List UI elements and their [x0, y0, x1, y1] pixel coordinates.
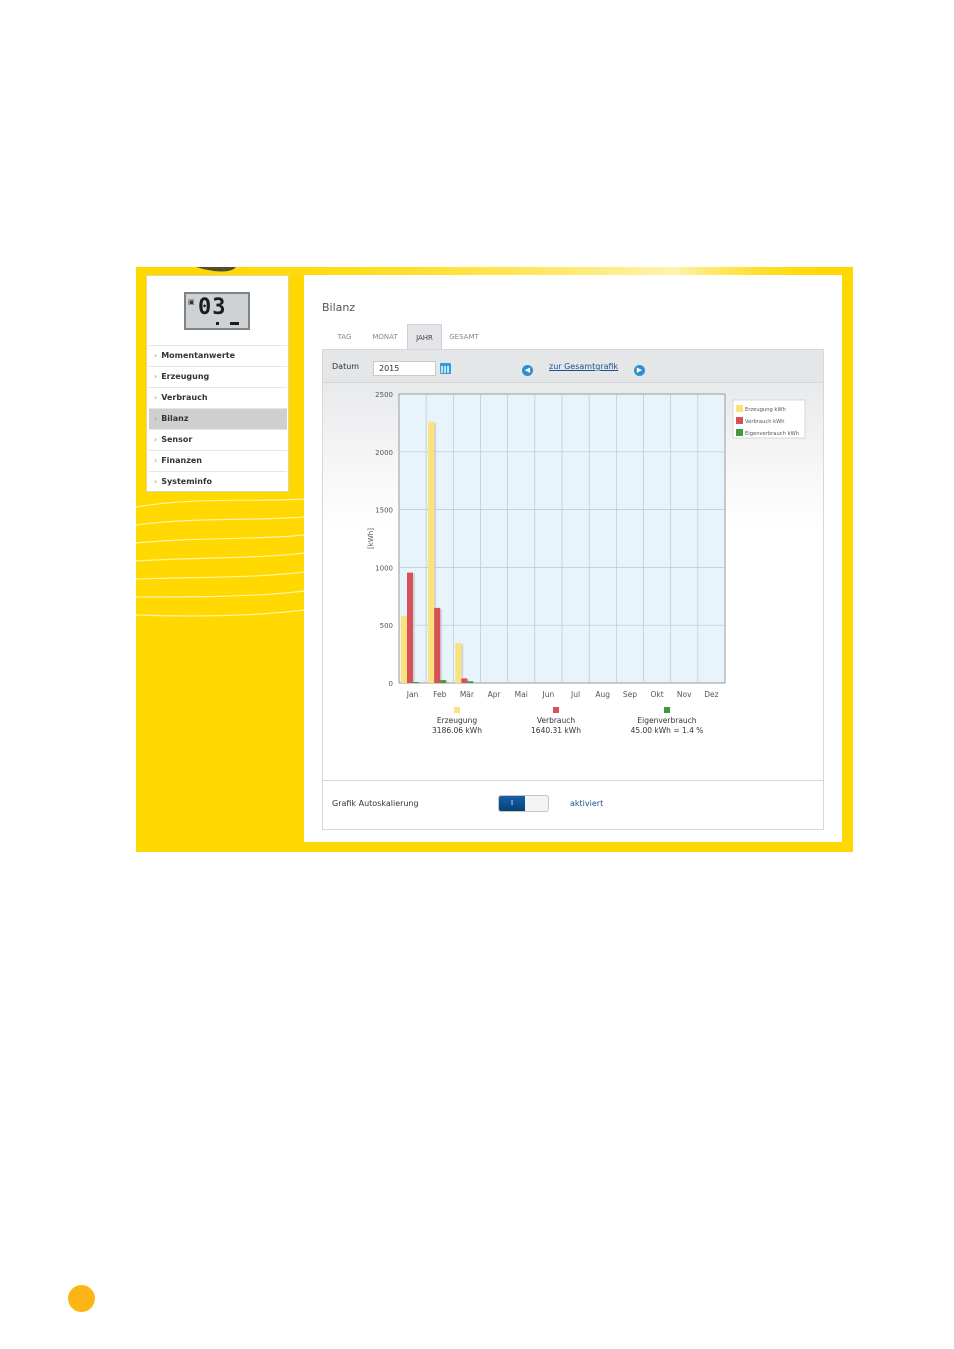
lcd-segment: [216, 322, 219, 325]
summary-label: Erzeugung: [437, 716, 477, 725]
y-tick-label: 1500: [375, 507, 393, 515]
date-input[interactable]: [373, 361, 436, 376]
autoscale-label: Grafik Autoskalierung: [332, 799, 419, 808]
x-tick-label: Jun: [542, 690, 555, 699]
main-panel: Bilanz TAG MONAT JAHR GESAMT Datum ◀ zur…: [304, 275, 842, 842]
y-tick-label: 2000: [375, 449, 393, 457]
x-tick-label: Nov: [677, 690, 692, 699]
bar-verbrauch: [434, 607, 441, 683]
sidebar-item-label: Erzeugung: [161, 372, 210, 381]
arrow-left-icon[interactable]: ◀: [522, 365, 533, 376]
sidebar-item-sensor[interactable]: › Sensor: [149, 429, 287, 450]
sidebar-item-label: Verbrauch: [161, 393, 208, 402]
x-tick-label: Sep: [623, 690, 637, 699]
page-title: Bilanz: [322, 301, 356, 314]
x-tick-label: Dez: [704, 690, 718, 699]
page-marker-dot: [68, 1285, 95, 1312]
x-tick-label: Jan: [406, 690, 419, 699]
bar-erzeugung: [401, 615, 407, 683]
sidebar-menu: › Momentanwerte › Erzeugung › Verbrauch › Bi…: [149, 345, 287, 492]
sidebar-item-label: Finanzen: [161, 456, 202, 465]
y-tick-label: 500: [380, 622, 393, 630]
x-tick-label: Mär: [460, 690, 475, 699]
summary-label: Eigenverbrauch: [637, 716, 696, 725]
legend-swatch: [736, 405, 743, 412]
summary-label: Verbrauch: [537, 716, 576, 725]
arrow-right-icon[interactable]: ▶: [634, 365, 645, 376]
chevron-right-icon: ›: [154, 477, 158, 486]
summary-value: 1640.31 kWh: [531, 726, 581, 735]
sidebar-item-label: Momentanwerte: [161, 351, 236, 360]
legend-swatch: [736, 417, 743, 424]
autoscale-status: aktiviert: [570, 799, 604, 808]
calendar-icon[interactable]: [440, 363, 451, 374]
bar-verbrauch: [461, 678, 468, 683]
chevron-right-icon: ›: [154, 456, 158, 465]
lcd-indicator-icon: ▣: [188, 298, 195, 306]
tab-monat[interactable]: MONAT: [365, 324, 405, 350]
sidebar-item-momentanwerte[interactable]: › Momentanwerte: [149, 345, 287, 366]
autoscale-row: Grafik Autoskalierung I aktiviert: [323, 780, 823, 830]
sidebar-item-label: Systeminfo: [161, 477, 212, 486]
lcd-segment: [230, 322, 239, 325]
bar-verbrauch: [407, 572, 413, 683]
y-axis-label: [kWh]: [367, 528, 375, 549]
bar-eigenverbrauch: [440, 680, 447, 683]
sidebar-item-finanzen[interactable]: › Finanzen: [149, 450, 287, 471]
bar-erzeugung: [428, 421, 435, 683]
chevron-right-icon: ›: [154, 435, 158, 444]
date-toolbar: Datum ◀ zur Gesamtgrafik ▶: [323, 350, 823, 383]
tab-gesamt[interactable]: GESAMT: [444, 324, 484, 350]
chevron-right-icon: ›: [154, 372, 158, 381]
date-label: Datum: [332, 362, 360, 371]
bar-erzeugung: [455, 643, 462, 683]
legend-label: Eigenverbrauch kWh: [745, 431, 799, 437]
chevron-right-icon: ›: [154, 393, 158, 402]
bar-eigenverbrauch: [467, 681, 474, 683]
sidebar-item-label: Sensor: [161, 435, 193, 444]
tab-tag[interactable]: TAG: [322, 324, 367, 350]
sidebar-item-label: Bilanz: [161, 414, 189, 423]
lcd-value: 03: [198, 295, 227, 320]
y-tick-label: 2500: [375, 391, 393, 399]
balance-content: Datum ◀ zur Gesamtgrafik ▶ 0 500 1000 1500 2…: [322, 349, 824, 830]
x-tick-label: Jul: [570, 690, 580, 699]
bar-eigenverbrauch: [413, 682, 419, 683]
sidebar-item-erzeugung[interactable]: › Erzeugung: [149, 366, 287, 387]
x-tick-label: Apr: [488, 690, 502, 699]
sidebar-item-verbrauch[interactable]: › Verbrauch: [149, 387, 287, 408]
overview-chart-link[interactable]: zur Gesamtgrafik: [549, 362, 618, 371]
sidebar-item-systeminfo[interactable]: › Systeminfo: [149, 471, 287, 492]
autoscale-toggle[interactable]: I: [498, 795, 549, 812]
legend-label: Erzeugung kWh: [745, 407, 786, 413]
tab-jahr[interactable]: JAHR: [407, 324, 442, 350]
summary-swatch: [553, 707, 559, 713]
y-tick-label: 0: [389, 680, 393, 688]
legend-label: Verbrauch kWh: [745, 419, 785, 425]
x-tick-label: Mai: [515, 690, 528, 699]
x-tick-label: Feb: [433, 690, 447, 699]
toggle-knob: I: [499, 796, 525, 811]
sidebar: ▣ 03 › Momentanwerte › Erzeugung › Verbrauc…: [146, 275, 289, 492]
summary-swatch: [454, 707, 460, 713]
x-tick-label: Okt: [650, 690, 663, 699]
app-screenshot: ▣ 03 › Momentanwerte › Erzeugung › Verbrauc…: [136, 267, 853, 852]
summary-swatch: [664, 707, 670, 713]
x-tick-label: Aug: [595, 690, 610, 699]
balance-chart: 0 500 1000 1500 2000 2500 [kWh] Jan Feb Mär Apr Mai…: [367, 391, 806, 735]
sidebar-item-bilanz[interactable]: › Bilanz: [149, 408, 287, 429]
chevron-right-icon: ›: [154, 351, 158, 360]
legend-swatch: [736, 429, 743, 436]
summary-value: 45.00 kWh = 1.4 %: [631, 726, 704, 735]
y-tick-label: 1000: [375, 564, 393, 572]
summary-value: 3186.06 kWh: [432, 726, 482, 735]
lcd-display: ▣ 03: [184, 292, 250, 330]
chevron-right-icon: ›: [154, 414, 158, 423]
